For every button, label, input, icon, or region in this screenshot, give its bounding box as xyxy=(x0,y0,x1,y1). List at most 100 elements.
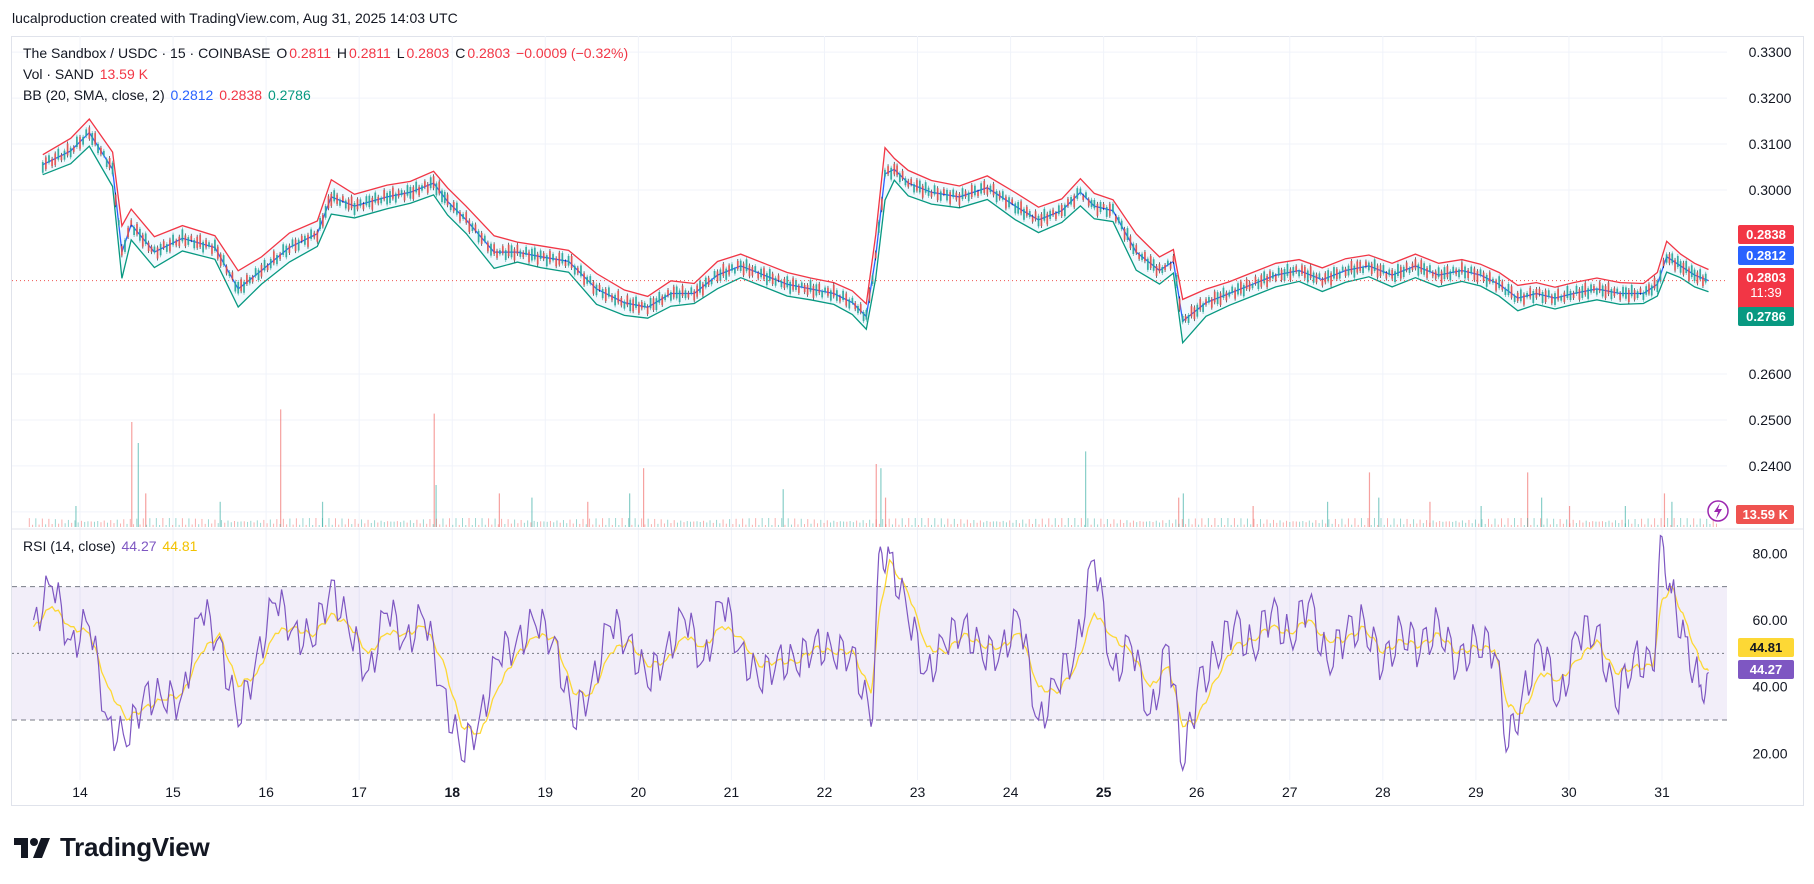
x-tick-label: 18 xyxy=(444,784,460,800)
volume-bar xyxy=(1676,524,1678,527)
volume-bar xyxy=(1478,523,1480,527)
candle-body xyxy=(1017,202,1020,214)
candle-body xyxy=(658,291,661,303)
volume-bar xyxy=(1243,524,1245,527)
volume-bar xyxy=(531,497,533,527)
candle-body xyxy=(1616,288,1619,294)
volume-bar xyxy=(159,524,161,527)
candle-body xyxy=(1443,267,1446,280)
candle-body xyxy=(1590,284,1592,293)
candle-body xyxy=(1347,265,1350,276)
candle-body xyxy=(1190,306,1193,317)
candle-body xyxy=(580,265,582,277)
volume-bar xyxy=(445,524,447,527)
volume-bar xyxy=(1018,523,1020,527)
last-price-value: 0.2803 xyxy=(1746,270,1786,285)
volume-bar xyxy=(543,521,545,527)
candle-body xyxy=(181,229,184,242)
candle-body xyxy=(282,244,285,255)
candle-body xyxy=(745,259,748,272)
volume-bar xyxy=(74,520,76,527)
candle-body xyxy=(1429,265,1431,273)
volume-bar xyxy=(1097,524,1099,527)
candle-body xyxy=(193,239,196,249)
volume-bar xyxy=(771,524,773,527)
volume-bar xyxy=(1549,524,1551,527)
volume-bar xyxy=(116,519,118,527)
candle-body xyxy=(1622,286,1624,297)
volume-bar xyxy=(1045,524,1047,527)
candle-body xyxy=(1365,261,1367,267)
rsi-band xyxy=(12,586,1727,720)
volume-bar xyxy=(621,518,623,527)
volume-bar xyxy=(266,523,268,527)
volume-bar xyxy=(312,524,314,527)
volume-bar xyxy=(1702,524,1704,527)
volume-bar xyxy=(1074,518,1076,527)
volume-bar xyxy=(647,518,649,527)
candle-body xyxy=(418,186,420,196)
candle-body xyxy=(1656,280,1659,293)
volume-bar xyxy=(1624,523,1626,527)
candle-body xyxy=(970,185,973,198)
volume-bar xyxy=(139,524,141,527)
candle-body xyxy=(1402,266,1405,278)
volume-bar xyxy=(1321,519,1323,527)
volume-bar xyxy=(478,524,480,527)
candle-body xyxy=(1458,269,1460,278)
volume-bar xyxy=(403,520,405,527)
candle-body xyxy=(222,255,225,265)
volume-bar xyxy=(849,521,851,527)
candle-body xyxy=(1076,188,1079,199)
volume-bar xyxy=(1269,523,1271,527)
volume-bar xyxy=(168,518,170,527)
candle-body xyxy=(415,181,418,193)
candle-body xyxy=(1202,303,1205,312)
candle-body xyxy=(643,302,646,308)
volume-bar xyxy=(585,524,587,527)
candle-body xyxy=(234,281,237,292)
candle-body xyxy=(1138,254,1141,259)
candle-body xyxy=(1370,263,1373,275)
candle-body xyxy=(1237,283,1239,295)
volume-bar xyxy=(1601,521,1603,527)
bb-basis-value: 0.2812 xyxy=(170,87,214,103)
volume-bar xyxy=(1368,472,1371,527)
candle-body xyxy=(202,241,204,253)
volume-bar xyxy=(1009,520,1011,527)
bb-label[interactable]: BB (20, SMA, close, 2) xyxy=(23,87,165,103)
candle-body xyxy=(1321,279,1324,286)
lightning-icon[interactable] xyxy=(1707,500,1729,522)
volume-bar xyxy=(1038,524,1040,527)
candle-body xyxy=(617,290,620,303)
candle-body xyxy=(632,299,635,312)
volume-bar xyxy=(706,522,708,527)
rsi-label[interactable]: RSI (14, close) xyxy=(23,538,116,554)
volume-bar xyxy=(963,523,965,527)
volume-bar xyxy=(1409,523,1411,527)
candle-body xyxy=(777,275,780,281)
volume-bar xyxy=(755,518,757,527)
volume-bar xyxy=(458,524,460,527)
volume-bar xyxy=(1344,524,1346,527)
volume-bar xyxy=(1103,524,1105,527)
volume-bar xyxy=(1360,518,1362,527)
volume-bar xyxy=(966,519,968,527)
volume-bar xyxy=(110,520,112,527)
volume-bar xyxy=(48,518,50,527)
volume-label[interactable]: Vol · SAND xyxy=(23,66,94,82)
volume-bar xyxy=(618,524,620,527)
candle-body xyxy=(368,195,371,208)
symbol-title[interactable]: The Sandbox / USDC · 15 · COINBASE xyxy=(23,45,270,61)
tradingview-logo[interactable]: TradingView xyxy=(14,832,210,863)
chart-canvas[interactable]: 14 15 16 17 18 19 20 21 22 23 24 25 26 27 28 29 30 31 0.33… xyxy=(0,0,1814,884)
volume-bar xyxy=(1631,523,1633,527)
volume-bar xyxy=(289,518,291,527)
volume-bar xyxy=(1299,521,1301,527)
candle-body xyxy=(1052,209,1054,215)
candle-body xyxy=(1648,284,1650,294)
volume-bar xyxy=(986,520,988,527)
candle-body xyxy=(108,158,111,169)
candle-body xyxy=(859,304,862,313)
candle-body xyxy=(91,133,94,146)
